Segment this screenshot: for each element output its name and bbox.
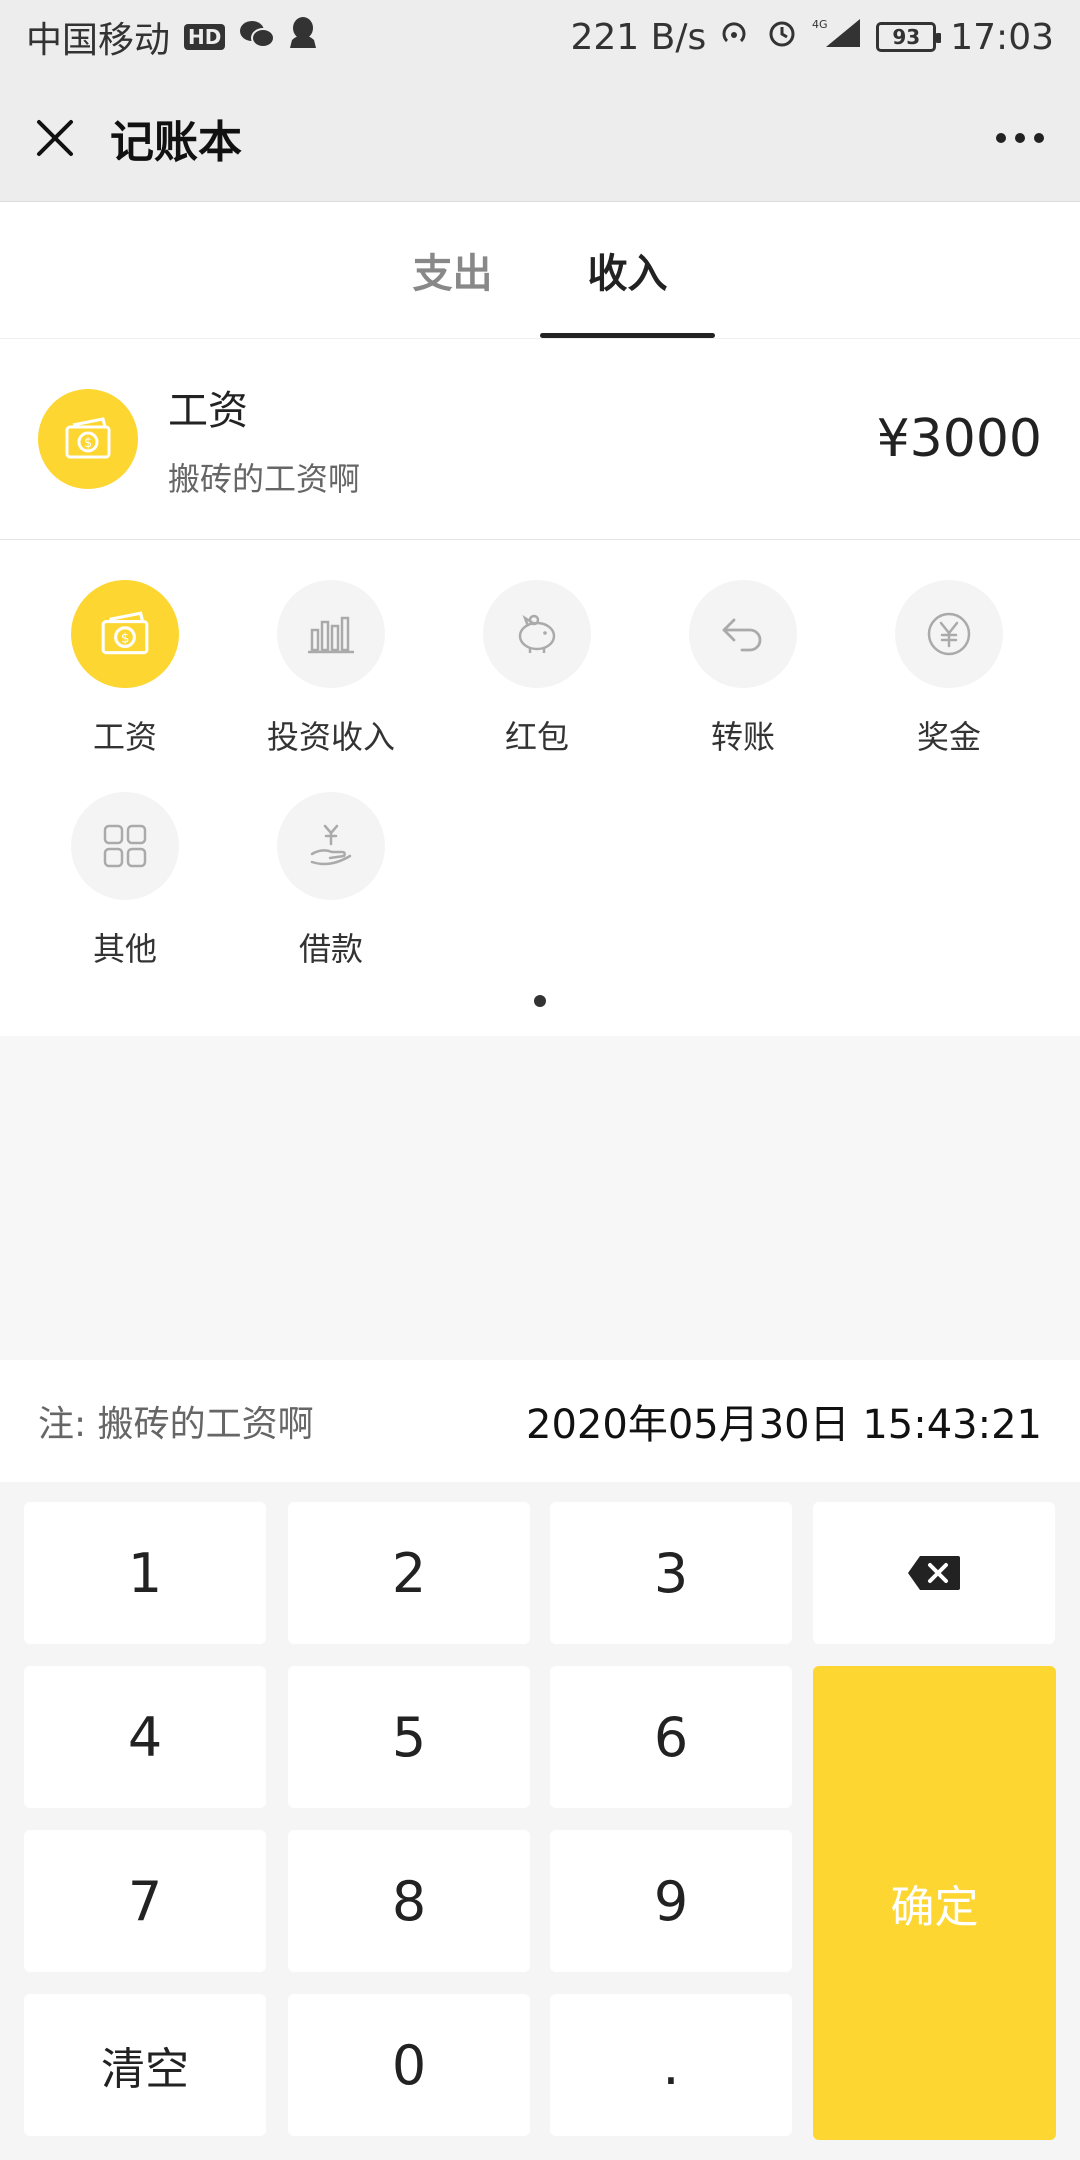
key-6[interactable]: 6 bbox=[550, 1666, 792, 1808]
category-label: 转账 bbox=[710, 718, 775, 756]
cash-icon: $ bbox=[101, 611, 149, 655]
svg-text:$: $ bbox=[84, 436, 92, 451]
key-8[interactable]: 8 bbox=[288, 1830, 530, 1972]
key-2[interactable]: 2 bbox=[288, 1502, 530, 1644]
hand-yen-icon bbox=[310, 824, 352, 866]
page-indicator-dot bbox=[534, 995, 546, 1007]
category-label: 借款 bbox=[298, 930, 363, 968]
svg-text:4G: 4G bbox=[812, 18, 828, 31]
signal-4g-icon: 4G bbox=[812, 17, 862, 58]
alarm-icon bbox=[766, 17, 798, 58]
navigation-bar: 记账本 bbox=[0, 74, 1080, 202]
category-investment[interactable]: 投资收入 bbox=[228, 580, 434, 758]
category-panel: $ 工资 投资收入 红包 转账 奖金 其他 借款 bbox=[0, 540, 1080, 1036]
tab-income[interactable]: 收入 bbox=[540, 202, 715, 338]
hotspot-icon bbox=[720, 17, 752, 58]
category-label: 红包 bbox=[504, 718, 569, 756]
backspace-button[interactable] bbox=[813, 1502, 1055, 1644]
key-9[interactable]: 9 bbox=[550, 1830, 792, 1972]
key-decimal[interactable]: . bbox=[550, 1994, 792, 2136]
category-bonus[interactable]: 奖金 bbox=[846, 580, 1052, 758]
chart-bars-icon bbox=[308, 616, 354, 654]
clear-button[interactable]: 清空 bbox=[24, 1994, 266, 2136]
category-label: 投资收入 bbox=[266, 718, 395, 756]
grid-icon bbox=[103, 824, 147, 868]
status-bar: 中国移动 HD 221 B/s 4G 93 17:03 bbox=[0, 0, 1080, 74]
svg-text:$: $ bbox=[121, 630, 130, 646]
clock: 17:03 bbox=[950, 16, 1054, 58]
tab-expense[interactable]: 支出 bbox=[365, 202, 540, 338]
confirm-button[interactable]: 确定 bbox=[813, 1666, 1056, 2140]
entry-amount: ¥3000 bbox=[876, 409, 1042, 469]
category-salary[interactable]: $ 工资 bbox=[22, 580, 228, 758]
page-title: 记账本 bbox=[110, 116, 242, 168]
category-label: 奖金 bbox=[916, 718, 981, 756]
cash-icon: $ bbox=[38, 389, 138, 489]
number-keypad: 1 2 3 4 5 6 7 8 9 清空 0 . 确定 bbox=[0, 1482, 1080, 2160]
category-loan[interactable]: 借款 bbox=[228, 792, 434, 970]
category-label: 工资 bbox=[92, 718, 157, 756]
key-3[interactable]: 3 bbox=[550, 1502, 792, 1644]
key-4[interactable]: 4 bbox=[24, 1666, 266, 1808]
wechat-icon bbox=[239, 17, 276, 58]
key-7[interactable]: 7 bbox=[24, 1830, 266, 1972]
more-dots-icon bbox=[996, 132, 1044, 143]
penguin-icon bbox=[289, 16, 317, 59]
category-other[interactable]: 其他 bbox=[22, 792, 228, 970]
category-label: 其他 bbox=[92, 930, 157, 968]
type-tabs: 支出 收入 bbox=[0, 202, 1080, 338]
piggy-bank-icon bbox=[518, 614, 556, 653]
category-red-packet[interactable]: 红包 bbox=[434, 580, 640, 758]
battery-icon: 93 bbox=[876, 22, 942, 52]
entry-note: 搬砖的工资啊 bbox=[168, 460, 361, 498]
yen-coin-icon bbox=[927, 612, 971, 656]
key-1[interactable]: 1 bbox=[24, 1502, 266, 1644]
note-date-bar: 注: 搬砖的工资啊 2020年05月30日 15:43:21 bbox=[0, 1360, 1080, 1482]
date-picker[interactable]: 2020年05月30日 15:43:21 bbox=[526, 1392, 1042, 1450]
more-button[interactable] bbox=[990, 113, 1050, 163]
close-icon bbox=[37, 119, 73, 156]
carrier-label: 中国移动 bbox=[26, 20, 171, 61]
close-button[interactable] bbox=[30, 113, 80, 163]
note-field[interactable]: 注: 搬砖的工资啊 bbox=[38, 1395, 314, 1447]
category-transfer[interactable]: 转账 bbox=[640, 580, 846, 758]
entry-summary: $ 工资 搬砖的工资啊 ¥3000 bbox=[0, 338, 1080, 540]
network-speed: 221 B/s bbox=[570, 16, 707, 58]
backspace-icon bbox=[908, 1556, 960, 1590]
return-arrow-icon bbox=[722, 618, 762, 652]
entry-category: 工资 bbox=[168, 388, 248, 434]
key-5[interactable]: 5 bbox=[288, 1666, 530, 1808]
key-0[interactable]: 0 bbox=[288, 1994, 530, 2136]
hd-badge: HD bbox=[184, 24, 226, 50]
